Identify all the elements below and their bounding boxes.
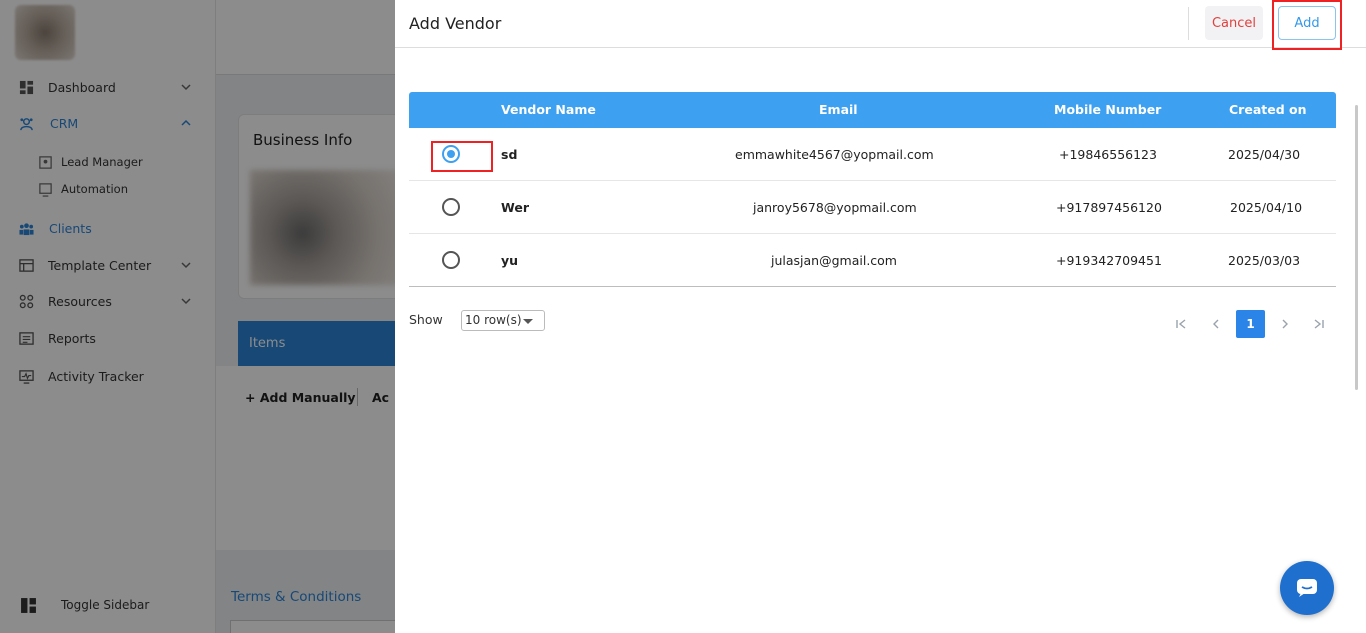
- chat-button[interactable]: [1280, 561, 1334, 615]
- created-on-cell: 2025/04/10: [1230, 200, 1303, 215]
- scrollbar[interactable]: [1355, 105, 1358, 390]
- column-header-email[interactable]: Email: [819, 102, 858, 117]
- table-row[interactable]: Wer janroy5678@yopmail.com +917897456120…: [409, 181, 1336, 234]
- chat-icon: [1297, 579, 1317, 597]
- created-on-cell: 2025/04/30: [1228, 147, 1301, 162]
- created-on-cell: 2025/03/03: [1228, 253, 1301, 268]
- last-page-icon[interactable]: [1305, 310, 1333, 338]
- column-header-created-on[interactable]: Created on: [1229, 102, 1307, 117]
- table-header: Vendor Name Email Mobile Number Created …: [409, 92, 1336, 128]
- highlight-box: [1272, 0, 1342, 50]
- mobile-cell: +19846556123: [1059, 147, 1157, 162]
- current-page-button[interactable]: 1: [1236, 310, 1265, 338]
- vendor-name-cell: Wer: [501, 200, 529, 215]
- divider: [1188, 7, 1189, 40]
- rows-per-page-value: 10 row(s): [465, 313, 522, 327]
- cancel-button[interactable]: Cancel: [1205, 6, 1263, 40]
- show-label: Show: [409, 312, 443, 327]
- first-page-icon[interactable]: [1167, 310, 1195, 338]
- column-header-mobile-number[interactable]: Mobile Number: [1054, 102, 1161, 117]
- rows-per-page-select[interactable]: 10 row(s): [461, 310, 545, 331]
- drawer-header: Add Vendor Cancel Add: [395, 0, 1366, 50]
- column-header-vendor-name[interactable]: Vendor Name: [501, 102, 596, 117]
- drawer-title: Add Vendor: [409, 14, 502, 33]
- row-radio[interactable]: [442, 251, 460, 269]
- vendor-name-cell: sd: [501, 147, 518, 162]
- vendor-table: Vendor Name Email Mobile Number Created …: [409, 92, 1336, 287]
- email-cell: janroy5678@yopmail.com: [753, 200, 917, 215]
- highlight-box: [431, 141, 493, 172]
- email-cell: emmawhite4567@yopmail.com: [735, 147, 934, 162]
- table-row[interactable]: sd emmawhite4567@yopmail.com +1984655612…: [409, 128, 1336, 181]
- email-cell: julasjan@gmail.com: [771, 253, 897, 268]
- mobile-cell: +917897456120: [1056, 200, 1162, 215]
- mobile-cell: +919342709451: [1056, 253, 1162, 268]
- modal-backdrop[interactable]: [0, 0, 395, 633]
- vendor-name-cell: yu: [501, 253, 519, 268]
- next-page-icon[interactable]: [1271, 310, 1299, 338]
- add-vendor-drawer: Add Vendor Cancel Add Vendor Name Email …: [395, 0, 1366, 633]
- prev-page-icon[interactable]: [1202, 310, 1230, 338]
- row-radio[interactable]: [442, 198, 460, 216]
- caret-down-icon: [523, 319, 533, 324]
- table-row[interactable]: yu julasjan@gmail.com +919342709451 2025…: [409, 234, 1336, 287]
